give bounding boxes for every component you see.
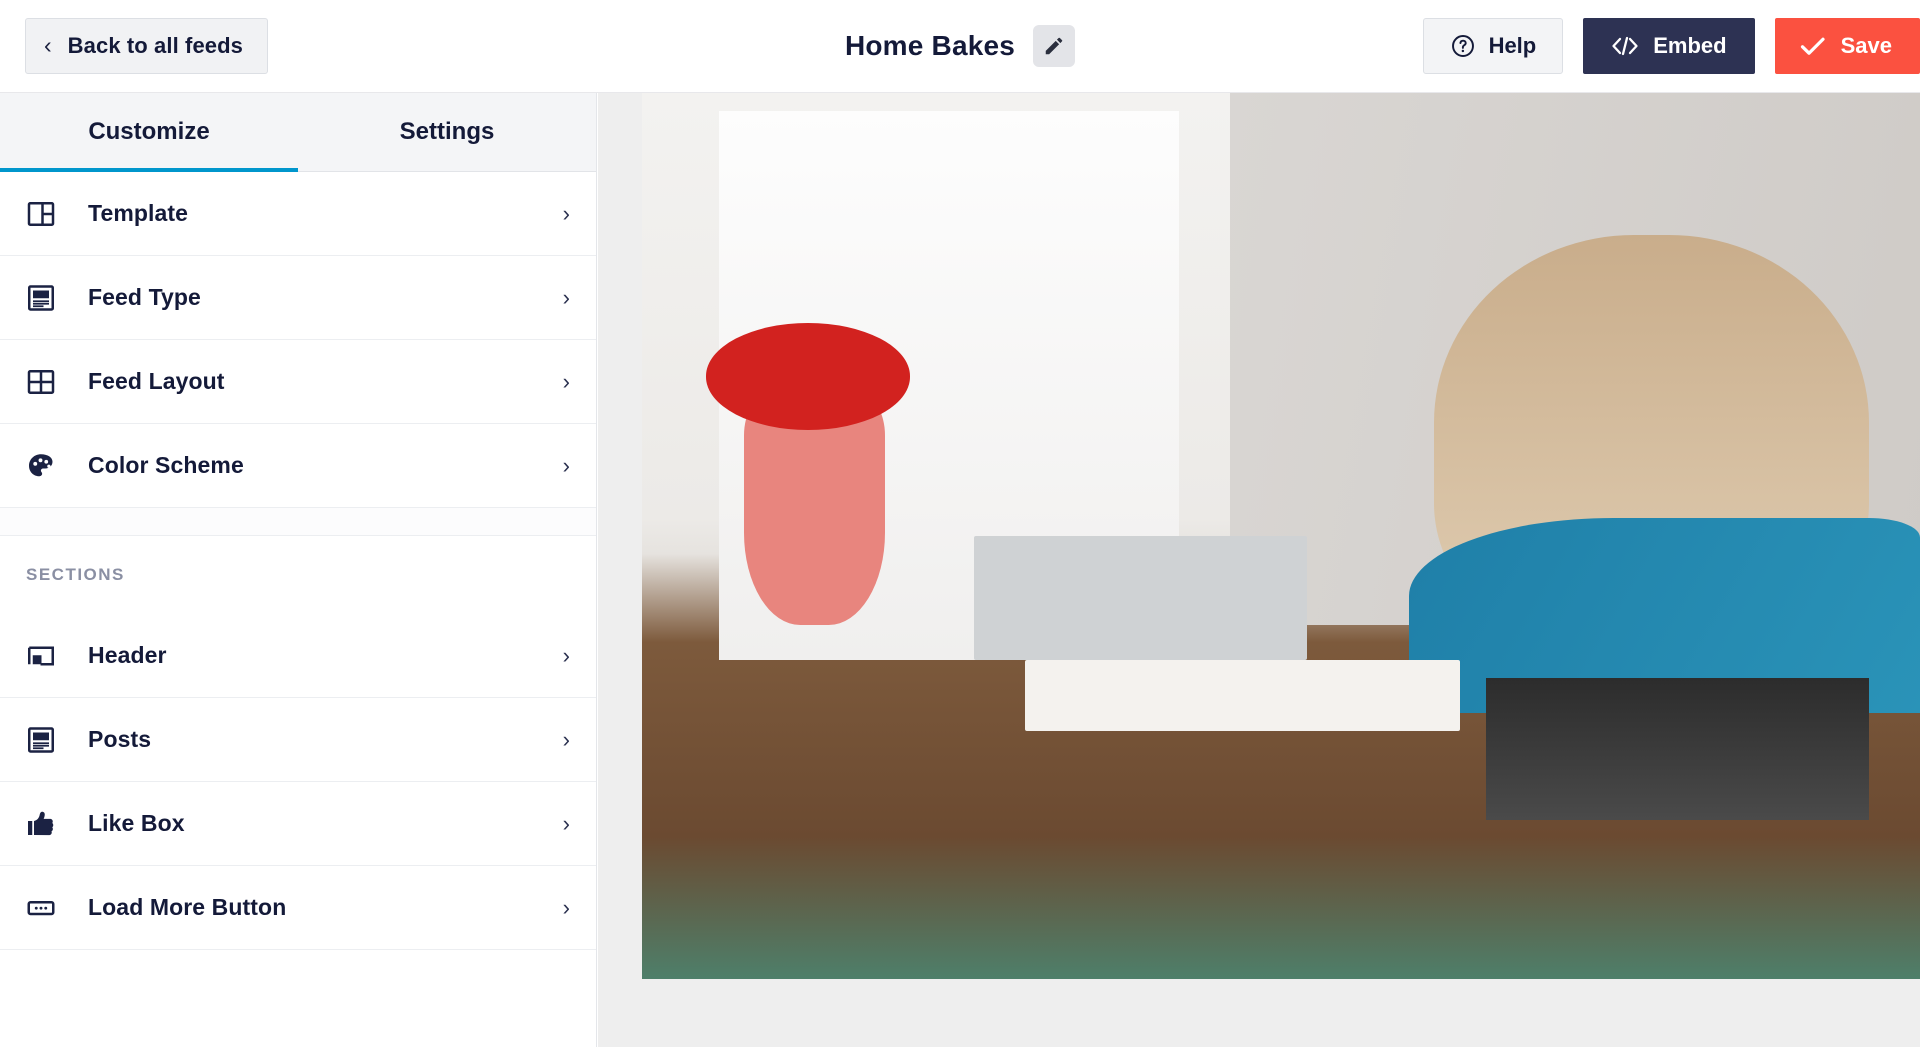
post-header: Home Bakes 1 minute ago [642,93,1920,979]
sidebar-item-like-box[interactable]: Like Box › [0,782,596,866]
avatar-image-small [642,93,1920,979]
tab-settings[interactable]: Settings [298,93,596,171]
feed-type-icon [26,283,64,313]
sidebar-item-label: Feed Type [88,284,201,310]
sidebar-item-feed-layout[interactable]: Feed Layout › [0,340,596,424]
chevron-right-icon: › [562,284,570,310]
chevron-right-icon: › [562,726,570,752]
chevron-right-icon: › [562,894,570,920]
sidebar-item-label: Color Scheme [88,452,244,478]
tab-customize[interactable]: Customize [0,93,298,172]
sidebar-item-header[interactable]: Header › [0,614,596,698]
toolbar-actions: Help Embed Save [1422,0,1920,92]
code-brackets-icon [1612,36,1638,56]
embed-button[interactable]: Embed [1583,18,1755,74]
sidebar-item-posts[interactable]: Posts › [0,698,596,782]
edit-feed-name-button[interactable] [1033,25,1076,67]
embed-button-label: Embed [1653,33,1727,58]
sidebar-item-label: Header [88,642,167,668]
grid-layout-icon [26,367,64,397]
sidebar-divider [0,508,596,536]
save-button-label: Save [1840,33,1892,58]
chevron-right-icon: › [562,452,570,478]
help-button[interactable]: Help [1422,18,1564,74]
sidebar-item-feed-type[interactable]: Feed Type › [0,256,596,340]
post-author-avatar[interactable] [642,93,1920,979]
sidebar-item-label: Like Box [88,810,185,836]
top-toolbar: ‹ Back to all feeds Home Bakes Help Embe… [0,0,1920,93]
back-to-all-feeds-button[interactable]: ‹ Back to all feeds [25,18,268,74]
sidebar-item-label: Posts [88,726,152,752]
sidebar-item-label: Template [88,200,189,226]
palette-icon [26,451,64,481]
save-button[interactable]: Save [1774,18,1920,74]
load-more-icon [26,893,64,923]
header-icon [26,641,64,671]
sections-heading: SECTIONS [0,536,596,614]
chevron-right-icon: › [562,200,570,226]
sidebar-item-color-scheme[interactable]: Color Scheme › [0,424,596,508]
sidebar-tabs: Customize Settings [0,93,596,172]
customizer-sidebar: Customize Settings Template › Feed Type … [0,93,597,1047]
thumbs-up-icon [26,809,64,839]
chevron-right-icon: › [562,368,570,394]
tab-customize-label: Customize [88,118,210,145]
post-item: Home Bakes 1 minute ago Powdered Glazed … [642,93,1920,979]
back-button-label: Back to all feeds [67,33,243,58]
chevron-right-icon: › [562,810,570,836]
sidebar-item-label: Feed Layout [88,368,225,394]
question-circle-icon [1451,35,1474,57]
posts-icon [26,725,64,755]
help-button-label: Help [1488,33,1537,58]
feed-preview-pane: 0 Home Bakes Here you'll find all my fav… [598,93,1920,1047]
sidebar-item-label: Load More Button [88,894,287,920]
tab-settings-label: Settings [399,118,495,145]
sidebar-item-template[interactable]: Template › [0,172,596,256]
chevron-left-icon: ‹ [44,31,52,58]
pencil-icon [1045,37,1063,55]
facebook-feed-card: 0 Home Bakes Here you'll find all my fav… [642,93,1920,979]
page-title: Home Bakes [844,30,1016,61]
template-layout-icon [26,199,64,229]
chevron-right-icon: › [562,642,570,668]
checkmark-icon [1800,37,1825,55]
sidebar-item-load-more-button[interactable]: Load More Button › [0,866,596,950]
